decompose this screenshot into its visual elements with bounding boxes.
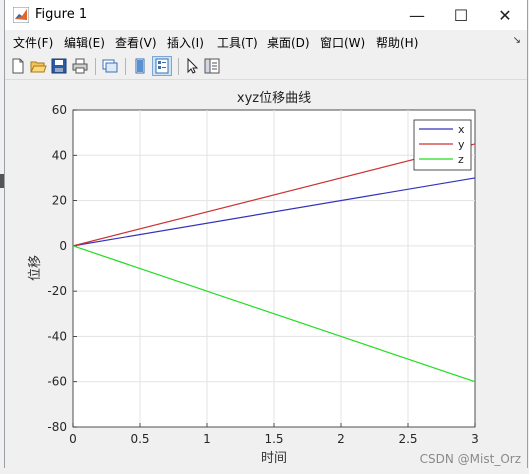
legend-label-y: y	[458, 138, 465, 151]
close-button[interactable]: ✕	[483, 0, 527, 30]
x-tick-label: 0	[69, 432, 77, 446]
y-tick-label: -20	[47, 284, 67, 298]
link-plot-icon[interactable]	[101, 57, 119, 75]
figure-window: Figure 1 — ☐ ✕ 文件(F) 编辑(E) 查看(V) 插入(I) 工…	[4, 0, 528, 468]
open-property-inspector-icon[interactable]	[203, 57, 221, 75]
x-tick-label: 2.5	[398, 432, 417, 446]
show-plot-tools-icon	[155, 58, 169, 74]
new-figure-icon[interactable]	[9, 57, 27, 75]
y-tick-label: 60	[52, 103, 67, 117]
y-tick-label: -80	[47, 420, 67, 434]
legend-label-z: z	[458, 153, 464, 166]
y-tick-label: 40	[52, 148, 67, 162]
legend[interactable]: xyz	[413, 119, 472, 171]
chart-title: xyz位移曲线	[237, 91, 311, 106]
menu-help[interactable]: 帮助(H)	[376, 34, 418, 51]
maximize-icon: ☐	[453, 5, 469, 25]
open-file-icon[interactable]	[29, 57, 47, 75]
menu-bar: 文件(F) 编辑(E) 查看(V) 插入(I) 工具(T) 桌面(D) 窗口(W…	[5, 30, 527, 52]
figure-canvas-area: 0 0.5 1 1.5 2 2.5 3 -80 -60 -40 -20 0 20 40 60 xyz位移曲线…	[5, 80, 527, 468]
x-tick-label: 1.5	[264, 432, 283, 446]
print-icon[interactable]	[71, 57, 89, 75]
toolbar	[5, 53, 527, 80]
plot-canvas[interactable]: 0 0.5 1 1.5 2 2.5 3 -80 -60 -40 -20 0 20 40 60 xyz位移曲线…	[5, 80, 527, 468]
menu-window[interactable]: 窗口(W)	[320, 34, 365, 51]
y-tick-label: 20	[52, 194, 67, 208]
window-title: Figure 1	[35, 7, 88, 22]
x-tick-label: 1	[203, 432, 211, 446]
menu-overflow-icon[interactable]: ↘	[513, 35, 521, 46]
x-tick-label: 2	[337, 432, 345, 446]
save-icon[interactable]	[50, 57, 68, 75]
left-edge-handle	[0, 174, 4, 188]
watermark: CSDN @Mist_Orz	[419, 452, 521, 466]
menu-file[interactable]: 文件(F)	[13, 34, 53, 51]
minimize-button[interactable]: —	[395, 0, 439, 30]
close-icon: ✕	[498, 5, 512, 25]
hide-plot-tools-icon[interactable]	[131, 57, 149, 75]
y-tick-label: -60	[47, 375, 67, 389]
x-tick-label: 3	[471, 432, 479, 446]
toolbar-separator	[178, 58, 179, 75]
toolbar-separator	[125, 58, 126, 75]
title-bar[interactable]: Figure 1 — ☐ ✕	[5, 0, 527, 30]
x-axis-label: 时间	[261, 451, 287, 466]
menu-insert[interactable]: 插入(I)	[167, 34, 204, 51]
y-tick-label: 0	[59, 239, 67, 253]
matlab-logo-icon	[13, 7, 29, 23]
menu-tools[interactable]: 工具(T)	[217, 34, 258, 51]
y-tick-label: -40	[47, 329, 67, 343]
y-axis-label: 位移	[28, 255, 43, 281]
x-tick-label: 0.5	[130, 432, 149, 446]
legend-label-x: x	[458, 123, 465, 136]
edit-plot-arrow-icon[interactable]	[183, 57, 201, 75]
toolbar-separator	[95, 58, 96, 75]
minimize-icon: —	[409, 5, 425, 25]
show-plot-tools-button[interactable]	[152, 56, 172, 76]
maximize-button[interactable]: ☐	[439, 0, 483, 30]
menu-edit[interactable]: 编辑(E)	[64, 34, 105, 51]
menu-view[interactable]: 查看(V)	[115, 34, 157, 51]
menu-desktop[interactable]: 桌面(D)	[267, 34, 310, 51]
